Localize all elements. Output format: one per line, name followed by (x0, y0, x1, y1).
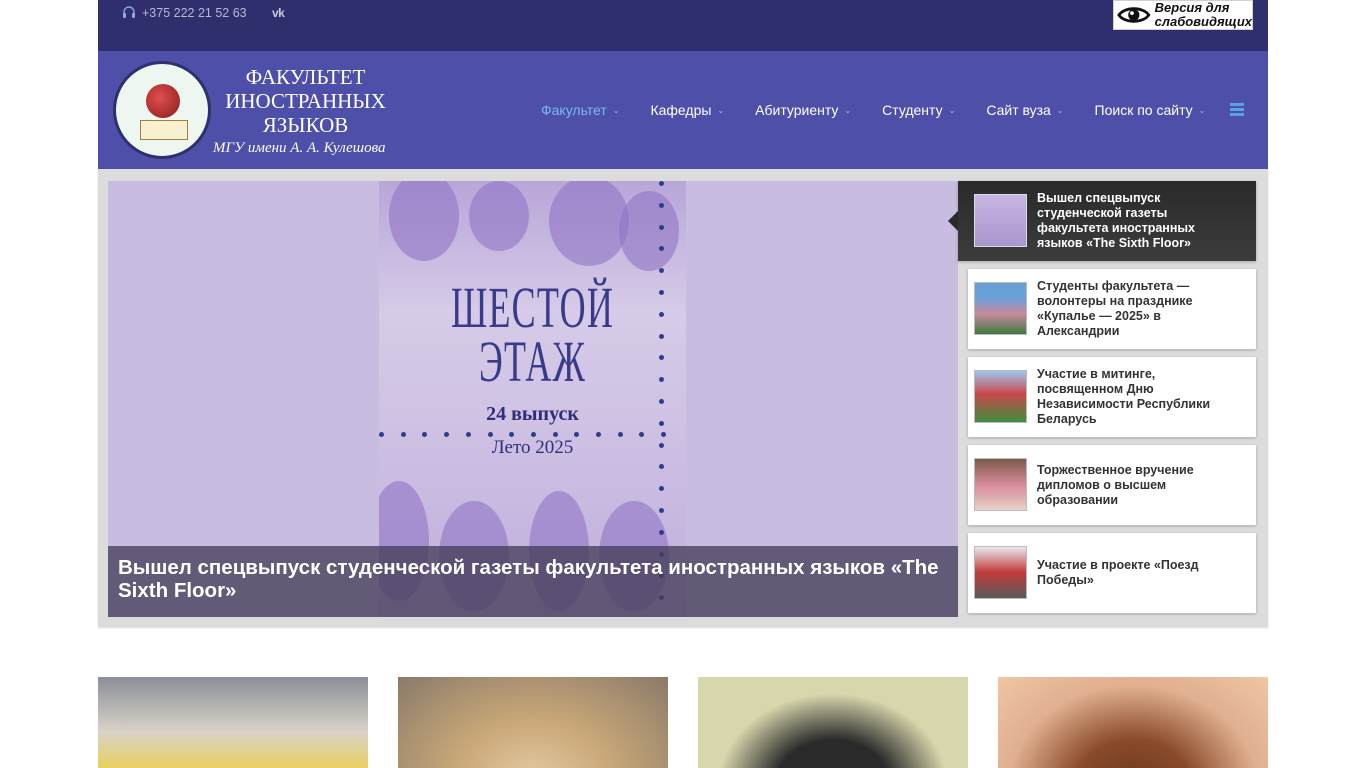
menu-hamburger-icon[interactable] (1230, 103, 1244, 117)
news-item-title: Студенты факультета — волонтеры на празд… (1037, 279, 1193, 338)
slide-caption[interactable]: Вышел спецвыпуск студенческой газеты фак… (108, 546, 958, 617)
accessibility-label: Версия для слабовидящих (1155, 1, 1252, 29)
poster-dot (659, 486, 664, 492)
brand-line-2: ИНОСТРАННЫХ (225, 89, 386, 113)
poster-dot (487, 432, 493, 437)
nav-item-students[interactable]: Студенту ⌄ (882, 102, 955, 118)
poster-dot (659, 333, 664, 339)
news-item-title: Участие в митинге, посвященном Дню Незав… (1037, 367, 1211, 426)
staff-photo-2[interactable] (398, 677, 668, 768)
poster-dot (659, 268, 664, 274)
accessibility-label-line1: Версия для (1154, 0, 1230, 15)
nav-item-label: Поиск по сайту (1094, 102, 1193, 118)
logo-globe (146, 84, 180, 118)
news-item-title: Участие в проекте «Поезд Победы» (1037, 558, 1199, 587)
brand-subtitle: МГУ имени А. А. Кулешова (213, 140, 386, 156)
chevron-down-icon: ⌄ (844, 105, 852, 115)
phone-number: +375 222 21 52 63 (142, 6, 247, 20)
poster-dot (659, 529, 664, 535)
eye-icon (1117, 7, 1151, 23)
poster-dot (659, 508, 664, 513)
phone-contact[interactable]: +375 222 21 52 63 (122, 5, 247, 21)
news-item[interactable]: Студенты факультета — волонтеры на празд… (968, 269, 1256, 349)
chevron-down-icon: ⌄ (612, 105, 620, 115)
poster-dot (552, 432, 558, 437)
poster-dot (596, 432, 601, 437)
poster-dot (530, 432, 536, 437)
news-item[interactable]: Вышел спецвыпуск студенческой газеты фак… (948, 181, 1256, 261)
top-bar: +375 222 21 52 63 vk Версия для слабовид… (98, 0, 1268, 51)
site-header: ФАКУЛЬТЕТ ИНОСТРАННЫХ ЯЗЫКОВ МГУ имени А… (98, 51, 1268, 169)
logo-book (140, 120, 188, 140)
news-slider: ШЕСТОЙ ЭТАЖ 24 выпуск Лето 2025 Вышел сп… (98, 169, 1268, 627)
brand-line-3: ЯЗЫКОВ (262, 113, 349, 137)
poster-season: Лето 2025 (491, 437, 574, 458)
nav-item-label: Сайт вуза (986, 102, 1051, 118)
nav-item-applicants[interactable]: Абитуриенту ⌄ (755, 102, 851, 118)
news-thumbnail (974, 282, 1027, 335)
poster-dot (659, 290, 664, 295)
chevron-down-icon: ⌄ (1056, 105, 1064, 115)
poster-dot (465, 432, 471, 437)
poster-dot (400, 432, 406, 437)
poster-issue: 24 выпуск (486, 403, 579, 425)
vk-social-link[interactable]: vk (272, 5, 285, 21)
headset-icon (123, 6, 135, 18)
chevron-down-icon: ⌄ (1198, 105, 1206, 115)
news-thumbnail (974, 546, 1027, 599)
poster-dot (659, 202, 664, 208)
news-thumbnail (974, 458, 1027, 511)
news-thumbnail (974, 194, 1027, 247)
poster-dot (659, 399, 664, 404)
news-item[interactable]: Торжественное вручение дипломов о высшем… (968, 445, 1256, 525)
vk-icon: vk (272, 6, 285, 20)
nav-item-faculty[interactable]: Факультет ⌄ (541, 102, 619, 118)
poster-dot (659, 355, 664, 361)
poster-dot (659, 224, 664, 230)
nav-item-departments[interactable]: Кафедры ⌄ (650, 102, 724, 118)
staff-photo-3[interactable] (698, 677, 968, 768)
news-item[interactable]: Участие в проекте «Поезд Победы» (968, 533, 1256, 613)
poster-dot (659, 420, 664, 426)
nav-item-university-site[interactable]: Сайт вуза ⌄ (986, 102, 1063, 118)
news-thumbnail (974, 370, 1027, 423)
nav-item-search[interactable]: Поиск по сайту ⌄ (1095, 102, 1206, 118)
news-item-title: Торжественное вручение дипломов о высшем… (1037, 463, 1194, 507)
poster-dot (659, 311, 664, 317)
poster-dot (659, 181, 664, 186)
poster-dot (659, 377, 664, 383)
poster-dot (659, 464, 664, 470)
chevron-down-icon: ⌄ (948, 105, 956, 115)
accessibility-version-button[interactable]: Версия для слабовидящих (1113, 0, 1253, 30)
staff-photo-4[interactable] (998, 677, 1268, 768)
poster-dot (379, 432, 384, 437)
faculty-logo[interactable] (113, 61, 211, 159)
nav-item-label: Кафедры (650, 102, 712, 118)
poster-dot (659, 442, 664, 448)
brand-line-1: ФАКУЛЬТЕТ (245, 65, 366, 89)
poster-dot (617, 432, 623, 437)
nav-item-label: Абитуриенту (755, 102, 839, 118)
staff-photo-1[interactable] (98, 677, 368, 768)
news-item[interactable]: Участие в митинге, посвященном Дню Незав… (968, 357, 1256, 437)
active-pointer (948, 211, 958, 231)
poster-title: ШЕСТОЙ ЭТАЖ (450, 275, 615, 394)
main-slide[interactable]: ШЕСТОЙ ЭТАЖ 24 выпуск Лето 2025 Вышел сп… (108, 181, 958, 617)
news-item-title: Вышел спецвыпуск студенческой газеты фак… (1037, 191, 1196, 250)
accessibility-label-line2: слабовидящих (1154, 14, 1252, 29)
main-nav: Факультет ⌄ Кафедры ⌄ Абитуриенту ⌄ Студент… (541, 102, 1236, 118)
nav-item-label: Студенту (882, 102, 943, 118)
brand-title[interactable]: ФАКУЛЬТЕТ ИНОСТРАННЫХ ЯЗЫКОВ МГУ имени А… (213, 65, 393, 157)
nav-item-label: Факультет (541, 102, 607, 118)
chevron-down-icon: ⌄ (717, 105, 725, 115)
